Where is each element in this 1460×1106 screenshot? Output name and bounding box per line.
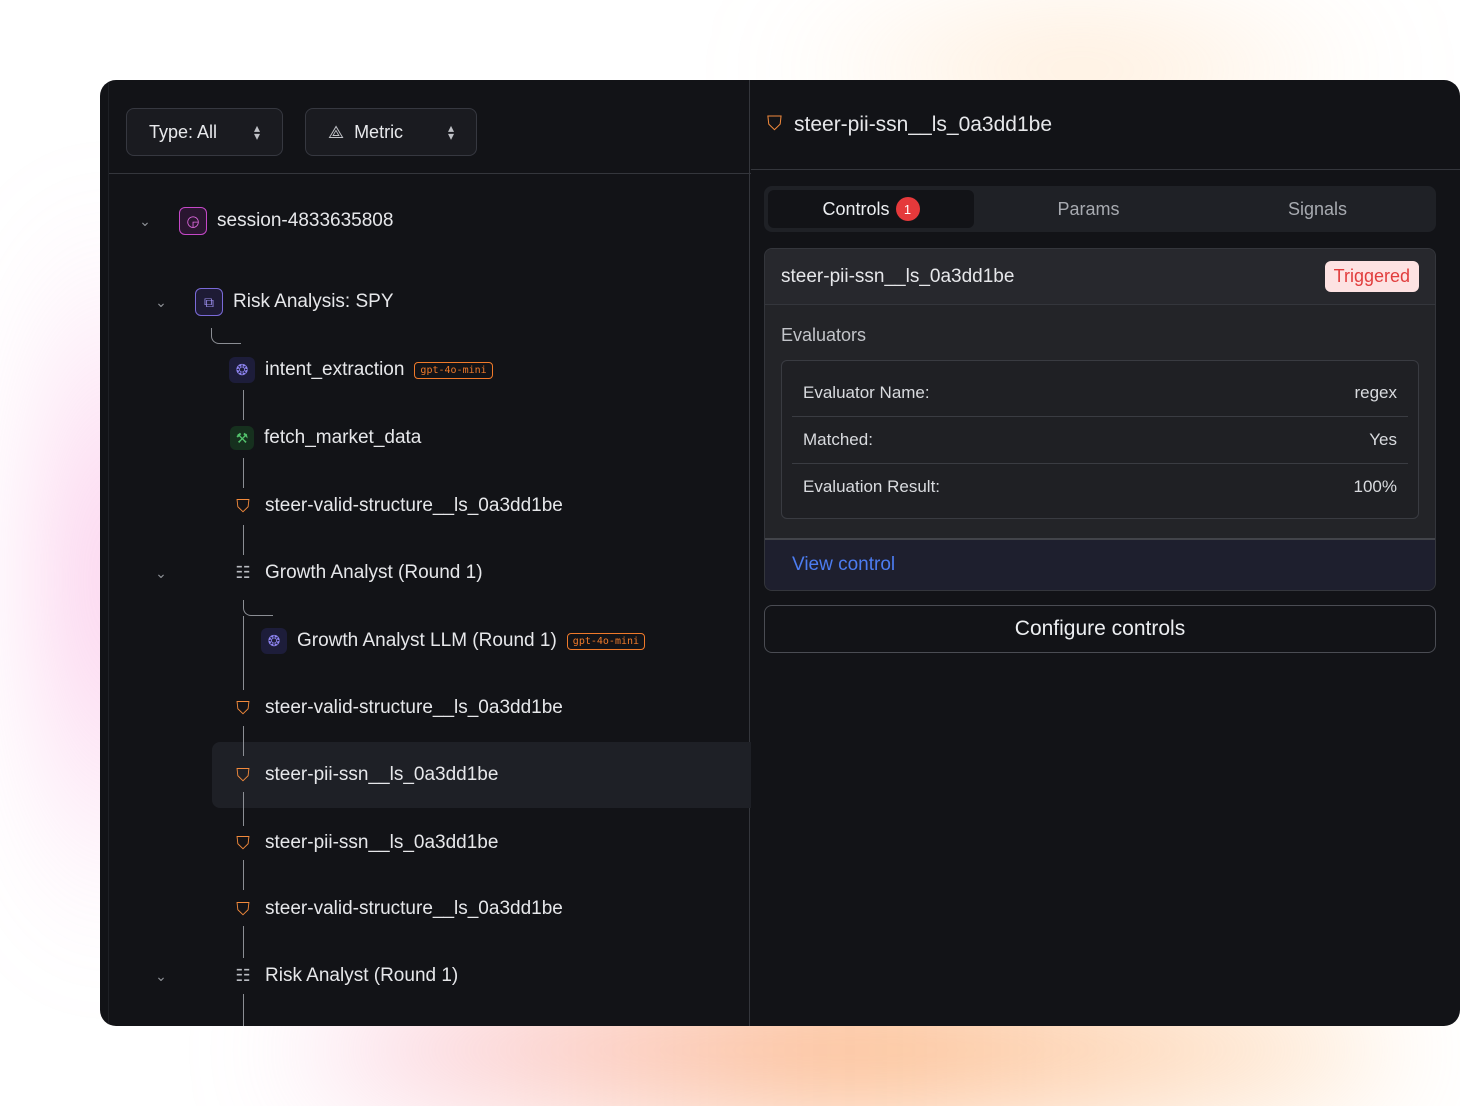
tab-signals[interactable]: Signals: [1203, 190, 1432, 228]
tree-item-steer-pii-ssn-selected[interactable]: ⛉ steer-pii-ssn__ls_0a3dd1be: [231, 755, 498, 795]
up-down-icon: ▴ ▾: [253, 121, 260, 143]
evaluator-table: Evaluator Name: regex Matched: Yes Evalu…: [781, 360, 1419, 519]
tab-params[interactable]: Params: [974, 190, 1203, 228]
tree-connector: [243, 390, 244, 420]
tree-item-risk-analyst[interactable]: ☷ Risk Analyst (Round 1): [231, 956, 458, 996]
chevron-down-icon[interactable]: ⌄: [153, 565, 169, 581]
evaluator-row-label: Evaluator Name:: [803, 382, 930, 402]
tree-item-steer-valid-structure[interactable]: ⛉ steer-valid-structure__ls_0a3dd1be: [231, 486, 563, 526]
model-badge: gpt-4o-mini: [566, 632, 646, 650]
evaluator-row-value: regex: [1354, 382, 1397, 402]
tree-item-session[interactable]: ◶ session-4833635808: [179, 201, 393, 241]
app-window: Type: All ▴ ▾ ⟁ Metric ▴ ▾ ⌄ ◶ session-483…: [100, 80, 1460, 1026]
list-icon: ☷: [235, 563, 251, 582]
evaluator-row-value: 100%: [1353, 477, 1397, 496]
tree-connector: [243, 860, 244, 890]
shield-icon: ⛉: [236, 495, 250, 516]
shield-icon: ⛉: [236, 898, 250, 919]
tree-item-intent-extraction[interactable]: ❂ intent_extraction gpt-4o-mini: [229, 350, 493, 390]
control-card-header: steer-pii-ssn__ls_0a3dd1be Triggered: [765, 249, 1435, 305]
tree-item-label: steer-valid-structure__ls_0a3dd1be: [265, 697, 563, 718]
type-filter-label: Type: All: [149, 121, 218, 142]
status-badge: Triggered: [1324, 261, 1419, 292]
tree-item-label: fetch_market_data: [264, 427, 422, 448]
evaluator-row-value: Yes: [1369, 430, 1397, 449]
shield-icon: ⛉: [767, 113, 782, 135]
shield-icon: ⛉: [236, 764, 250, 785]
filter-bar: Type: All ▴ ▾ ⟁ Metric ▴ ▾: [109, 80, 751, 174]
evaluator-row: Evaluator Name: regex: [792, 369, 1408, 416]
chevron-down-icon[interactable]: ⌄: [137, 213, 153, 229]
view-control-link[interactable]: View control: [792, 554, 895, 576]
tab-label: Controls: [822, 198, 890, 219]
evaluator-row: Evaluation Result: 100%: [792, 463, 1408, 510]
agent-icon: ⧉: [195, 288, 223, 316]
tree-item-growth-analyst[interactable]: ☷ Growth Analyst (Round 1): [231, 553, 483, 593]
llm-brain-icon: ❂: [229, 357, 255, 383]
tree-connector: [211, 328, 241, 344]
trace-tree-panel: Type: All ▴ ▾ ⟁ Metric ▴ ▾ ⌄ ◶ session-483…: [108, 80, 751, 1026]
evaluator-row-label: Evaluation Result:: [803, 477, 941, 496]
detail-panel: ⛉ steer-pii-ssn__ls_0a3dd1be Controls 1 …: [751, 80, 1460, 1026]
tree-item-label: steer-valid-structure__ls_0a3dd1be: [265, 898, 563, 919]
tree-connector: [243, 600, 273, 616]
chevron-down-icon[interactable]: ⌄: [153, 968, 169, 984]
tree-item-steer-pii-ssn[interactable]: ⛉ steer-pii-ssn__ls_0a3dd1be: [231, 823, 498, 863]
shield-icon: ⛉: [236, 832, 250, 853]
tree-item-label: Growth Analyst LLM (Round 1): [297, 630, 557, 651]
tab-label: Params: [1057, 198, 1120, 219]
tree-connector: [243, 525, 244, 555]
tree-item-steer-valid-structure[interactable]: ⛉ steer-valid-structure__ls_0a3dd1be: [231, 688, 563, 728]
tree-item-label: steer-valid-structure__ls_0a3dd1be: [265, 495, 563, 516]
tree-item-label: steer-pii-ssn__ls_0a3dd1be: [265, 832, 499, 853]
session-icon: ◶: [179, 207, 207, 235]
detail-header: ⛉ steer-pii-ssn__ls_0a3dd1be: [751, 80, 1460, 170]
evaluators-heading: Evaluators: [781, 325, 867, 345]
evaluator-row: Matched: Yes: [792, 416, 1408, 463]
tree-item-growth-analyst-llm[interactable]: ❂ Growth Analyst LLM (Round 1) gpt-4o-mi…: [261, 621, 646, 661]
control-name: steer-pii-ssn__ls_0a3dd1be: [781, 265, 1015, 287]
tree-connector: [243, 994, 244, 1026]
tool-wrench-icon: ⚒: [230, 426, 254, 450]
tab-controls[interactable]: Controls 1: [768, 190, 974, 228]
list-icon: ☷: [235, 966, 251, 985]
tree-item-label: steer-pii-ssn__ls_0a3dd1be: [265, 764, 499, 785]
type-filter-select[interactable]: Type: All ▴ ▾: [126, 108, 283, 156]
tab-label: Signals: [1287, 198, 1348, 219]
tree-item-fetch-market-data[interactable]: ⚒ fetch_market_data: [230, 418, 421, 458]
tree-item-steer-valid-structure[interactable]: ⛉ steer-valid-structure__ls_0a3dd1be: [231, 889, 563, 929]
metric-filter-label: Metric: [354, 121, 404, 142]
shield-icon: ⛉: [236, 697, 250, 718]
llm-brain-icon: ❂: [261, 628, 287, 654]
tree-item-label: Growth Analyst (Round 1): [265, 562, 483, 583]
tree-connector: [243, 726, 244, 756]
tree-connector: [243, 792, 244, 826]
tree-item-label: Risk Analysis: SPY: [233, 291, 394, 312]
evaluator-row-label: Matched:: [803, 430, 873, 449]
chevron-down-icon[interactable]: ⌄: [153, 294, 169, 310]
control-card: steer-pii-ssn__ls_0a3dd1be Triggered Eva…: [764, 248, 1436, 591]
control-card-footer: View control: [765, 538, 1435, 590]
tree-connector: [243, 458, 244, 488]
tree-item-label: intent_extraction: [265, 359, 405, 380]
metric-filter-select[interactable]: ⟁ Metric ▴ ▾: [305, 108, 477, 156]
detail-title: steer-pii-ssn__ls_0a3dd1be: [794, 112, 1052, 136]
count-badge: 1: [895, 197, 920, 221]
tree-item-label: session-4833635808: [217, 210, 394, 231]
up-down-icon: ▴ ▾: [447, 121, 454, 143]
model-badge: gpt-4o-mini: [414, 361, 493, 379]
tree-item-label: Risk Analyst (Round 1): [265, 965, 459, 986]
configure-controls-button[interactable]: Configure controls: [764, 605, 1436, 653]
tree-item-risk-analysis[interactable]: ⧉ Risk Analysis: SPY: [195, 282, 394, 322]
tree-connector: [243, 616, 244, 690]
tree-connector: [243, 926, 244, 958]
metric-icon: ⟁: [328, 121, 345, 142]
detail-tabs: Controls 1 Params Signals: [764, 186, 1436, 232]
